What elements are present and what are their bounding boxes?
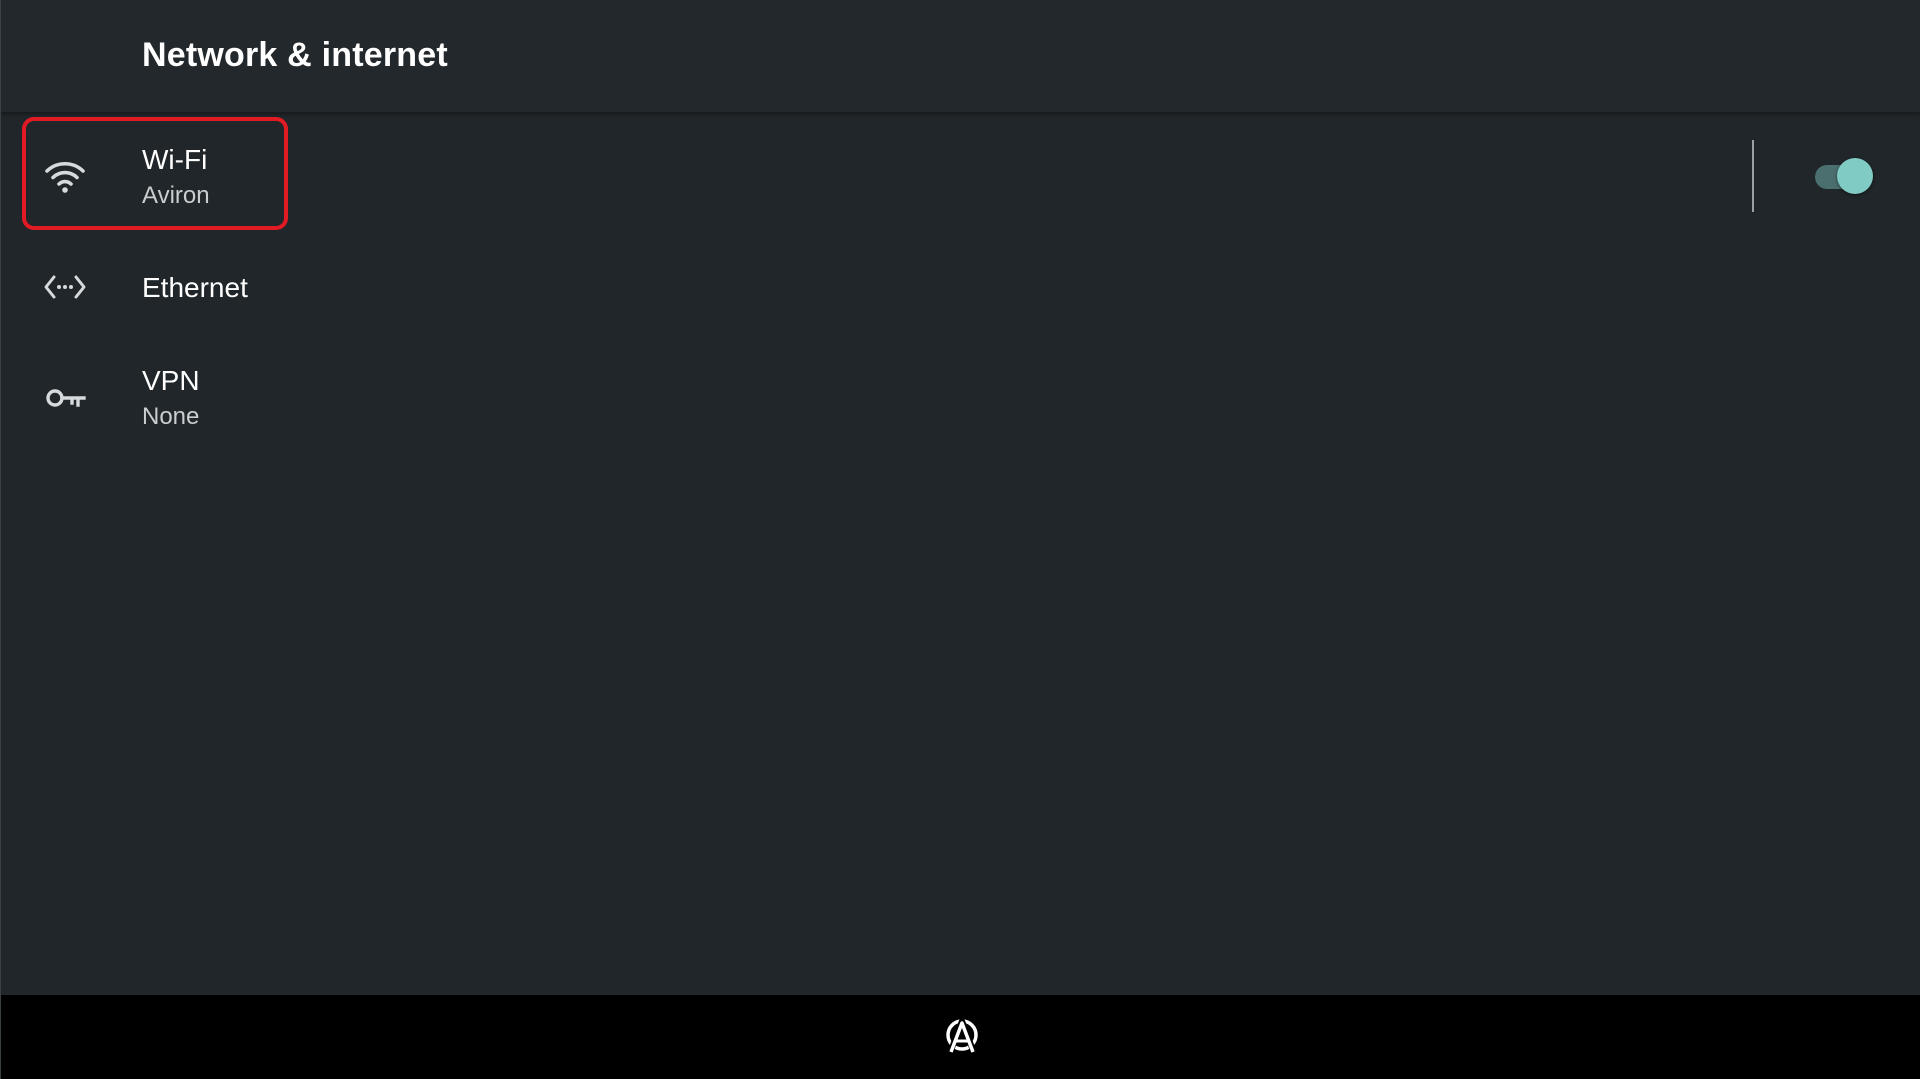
app-header: Network & internet [1,0,1920,112]
vpn-status: None [142,403,200,430]
wifi-toggle-switch[interactable] [1813,158,1873,194]
focus-highlight [22,117,288,230]
settings-screen: Network & internet Wi-Fi Aviron Ethernet… [0,0,1920,1079]
aviron-logo-icon[interactable] [942,1015,982,1055]
toggle-divider [1752,140,1754,212]
key-icon [43,376,87,420]
settings-item-wifi[interactable]: Wi-Fi Aviron [1,118,1920,232]
toggle-thumb [1837,158,1873,194]
bottom-nav-bar [1,995,1920,1079]
settings-item-vpn[interactable]: VPN None [1,352,1920,464]
settings-item-ethernet[interactable]: Ethernet [1,240,1920,336]
page-title: Network & internet [142,36,448,74]
vpn-label: VPN [142,365,200,396]
ethernet-label: Ethernet [142,272,248,303]
ethernet-icon [43,265,87,309]
